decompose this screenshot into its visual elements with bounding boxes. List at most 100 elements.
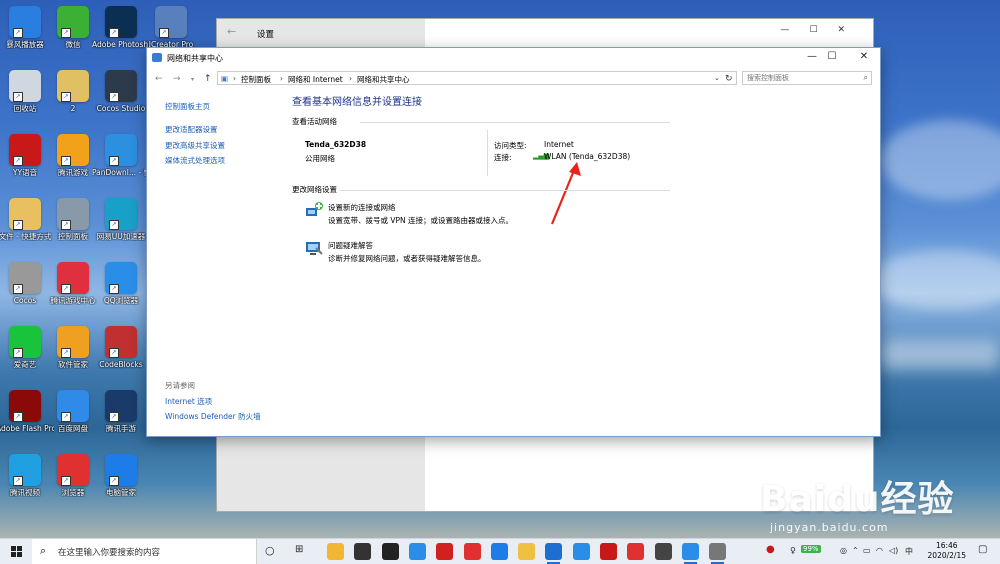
edge-icon[interactable]: [490, 543, 508, 560]
desktop-icon[interactable]: ↗ 腾讯手游: [92, 386, 150, 448]
breadcrumb-item[interactable]: 控制面板: [241, 74, 271, 85]
battery-icon[interactable]: ▭: [863, 546, 871, 555]
annotation-arrow-icon: [550, 162, 581, 225]
wifi-icon[interactable]: ◠: [876, 546, 883, 555]
change-advanced-sharing-link[interactable]: 更改高级共享设置: [165, 141, 225, 150]
ime-icon[interactable]: 中: [905, 546, 913, 557]
office-icon[interactable]: [436, 543, 454, 560]
chevron-right-icon: ›: [280, 74, 283, 83]
control-panel-icon: ▣: [221, 74, 229, 83]
breadcrumb-item[interactable]: 网络和 Internet: [288, 74, 343, 85]
change-settings-title: 更改网络设置: [292, 185, 337, 194]
desktop-icon-label: PanDownl... - 快捷方式: [92, 168, 150, 177]
app-icon: ↗: [9, 198, 41, 230]
shortcut-arrow-icon: ↗: [159, 28, 169, 38]
task-view-icon[interactable]: ⊞: [295, 544, 303, 555]
up-icon[interactable]: ↑: [204, 74, 212, 84]
sea-glare: [880, 340, 1000, 370]
cortana-icon[interactable]: ○: [265, 544, 275, 557]
desktop-icon[interactable]: ↗ CodeBlocks: [92, 322, 150, 384]
chevron-up-icon[interactable]: ⌃: [852, 546, 859, 555]
clock[interactable]: 16:46 2020/2/15: [928, 541, 966, 561]
setup-connection-desc: 设置宽带、拨号或 VPN 连接；或设置路由器或接入点。: [328, 216, 514, 225]
internet-options-link[interactable]: Internet 选项: [165, 397, 212, 406]
cloud: [870, 250, 1000, 310]
lightbulb-icon[interactable]: ♀: [790, 546, 796, 555]
yy-icon[interactable]: [600, 543, 617, 560]
window-title: 网络和共享中心: [167, 54, 223, 63]
settings-icon[interactable]: [654, 543, 672, 560]
shortcut-arrow-icon: ↗: [109, 476, 119, 486]
phone-icon[interactable]: [545, 543, 563, 564]
app-icon: ↗: [9, 6, 41, 38]
desktop-icon[interactable]: ↗ Cocos Studio: [92, 66, 150, 128]
note-icon[interactable]: [518, 543, 536, 560]
volume-icon[interactable]: ◁): [889, 546, 898, 555]
forward-icon[interactable]: →: [173, 74, 181, 84]
clock-date: 2020/2/15: [927, 551, 966, 560]
windows-start-icon[interactable]: [11, 546, 22, 557]
change-adapter-settings-link[interactable]: 更改适配器设置: [165, 125, 218, 134]
control-panel-icon[interactable]: [681, 543, 699, 564]
file-explorer-icon[interactable]: [327, 543, 344, 560]
divider: [360, 122, 670, 123]
watermark: Baidu经验: [760, 479, 955, 520]
see-also-title: 另请参阅: [165, 381, 195, 390]
shortcut-arrow-icon: ↗: [13, 476, 23, 486]
qq-icon[interactable]: [572, 543, 590, 560]
shortcut-arrow-icon: ↗: [61, 92, 71, 102]
desktop-icon-label: CodeBlocks: [99, 360, 143, 369]
back-icon[interactable]: ←: [155, 74, 163, 84]
netease-icon[interactable]: [627, 543, 645, 560]
shortcut-arrow-icon: ↗: [109, 220, 119, 230]
mail-icon[interactable]: [381, 543, 399, 560]
address-bar[interactable]: ▣ › 控制面板 › 网络和 Internet › 网络和共享中心 ⌄: [217, 71, 737, 85]
settings-window-controls[interactable]: —☐✕: [780, 25, 865, 35]
breadcrumb-item[interactable]: 网络和共享中心: [357, 74, 410, 85]
settings-app-icon[interactable]: [709, 543, 727, 564]
back-arrow-icon[interactable]: ←: [227, 25, 236, 38]
taskbar-search[interactable]: ⌕ 在这里输入你要搜索的内容: [32, 539, 257, 564]
taskbar-search-placeholder: 在这里输入你要搜索的内容: [58, 548, 161, 558]
browser-icon[interactable]: [463, 543, 481, 560]
desktop-icon[interactable]: ↗ QQ浏览器: [92, 258, 150, 320]
media-streaming-link[interactable]: 媒体流式处理选项: [165, 156, 225, 165]
desktop-icon[interactable]: ↗ 电脑管家: [92, 450, 150, 512]
setup-connection-link[interactable]: 设置新的连接或网络: [328, 202, 396, 213]
refresh-icon[interactable]: ↻: [725, 74, 733, 84]
desktop-icon[interactable]: ↗ 网易UU加速器: [92, 194, 150, 256]
app-icon: ↗: [105, 134, 137, 166]
shortcut-arrow-icon: ↗: [13, 156, 23, 166]
control-panel-home-link[interactable]: 控制面板主页: [165, 102, 210, 111]
qq-browser-icon[interactable]: [408, 543, 426, 560]
troubleshoot-link[interactable]: 问题疑难解答: [328, 240, 373, 251]
network-setup-icon: [306, 202, 323, 216]
shortcut-arrow-icon: ↗: [61, 28, 71, 38]
search-input[interactable]: [743, 72, 855, 84]
access-type-value: Internet: [544, 140, 574, 149]
app-icon: ↗: [9, 134, 41, 166]
shortcut-arrow-icon: ↗: [61, 284, 71, 294]
shortcut-arrow-icon: ↗: [61, 476, 71, 486]
connection-label: 连接:: [494, 153, 512, 162]
search-box[interactable]: ⌕: [742, 71, 872, 85]
close-button[interactable]: ✕: [854, 51, 874, 62]
network-name: Tenda_632D38: [305, 140, 367, 149]
desktop-icon[interactable]: ↗ PanDownl... - 快捷方式: [92, 130, 150, 192]
chevron-right-icon: ›: [349, 74, 352, 83]
maximize-button[interactable]: ☐: [822, 51, 842, 62]
cloud: [880, 120, 1000, 200]
yy-tray-icon[interactable]: ●: [766, 544, 775, 555]
chevron-down-icon[interactable]: ⌄: [714, 74, 720, 82]
minimize-button[interactable]: —: [802, 51, 822, 62]
firewall-link[interactable]: Windows Defender 防火墙: [165, 412, 261, 421]
recent-dropdown-icon[interactable]: ▾: [191, 76, 194, 83]
shortcut-arrow-icon: ↗: [13, 220, 23, 230]
notification-icon[interactable]: ▢: [978, 544, 987, 555]
store-icon[interactable]: [354, 543, 372, 560]
qq-icon[interactable]: ◎: [840, 546, 847, 555]
battery-indicator[interactable]: 99%: [801, 545, 821, 553]
shortcut-arrow-icon: ↗: [109, 348, 119, 358]
settings-title: 设置: [257, 30, 275, 40]
search-icon[interactable]: ⌕: [864, 73, 868, 83]
